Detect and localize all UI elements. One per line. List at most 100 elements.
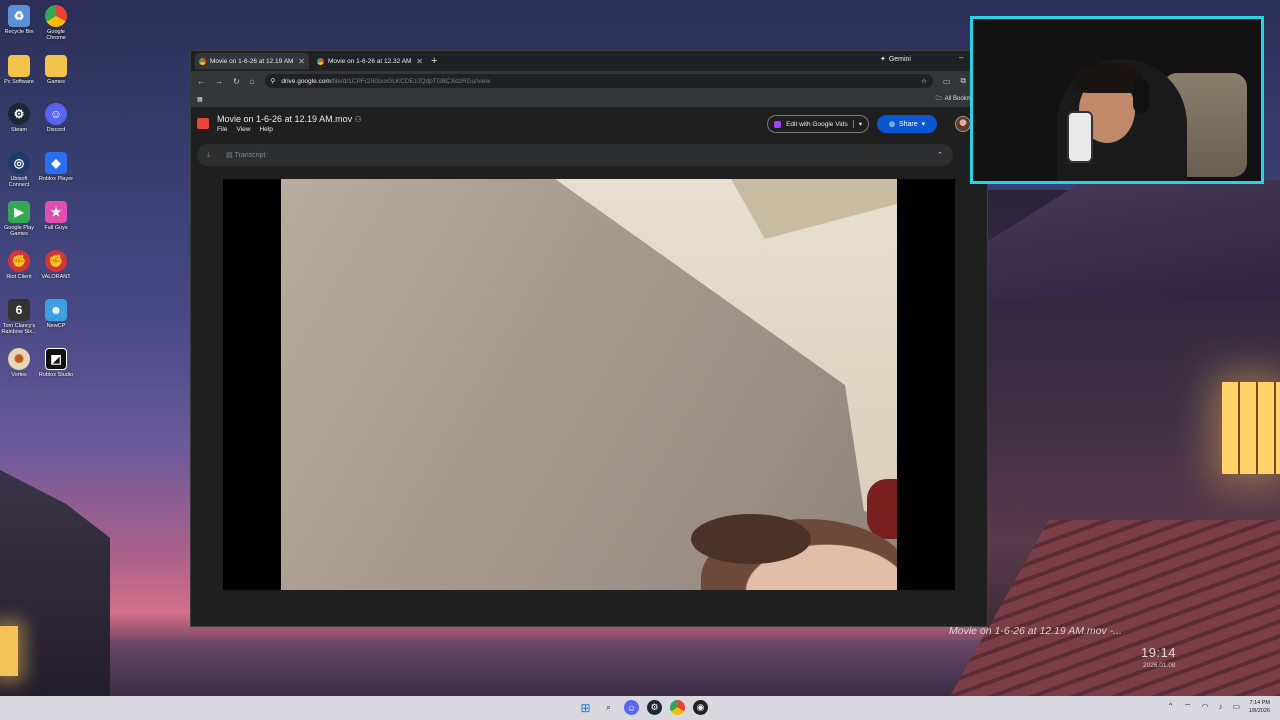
close-tab-icon[interactable]: ✕: [416, 57, 423, 66]
riot-icon: ✊: [8, 250, 30, 272]
close-tab-icon[interactable]: ✕: [298, 57, 305, 66]
discord-icon[interactable]: ☺: [624, 700, 639, 715]
desktop-icon-valorant[interactable]: ✊ VALORANT: [37, 250, 75, 280]
tab-title: Movie on 1-6-26 at 12.32 AM.mov: [328, 57, 413, 65]
wallpaper-lantern: [0, 626, 18, 676]
tab-movie-1232[interactable]: Movie on 1-6-26 at 12.32 AM.mov ✕: [313, 53, 427, 69]
tab-title: Movie on 1-6-26 at 12.19 AM.mov: [210, 57, 295, 65]
chevron-down-icon[interactable]: ▾: [922, 120, 926, 128]
volume-icon[interactable]: ♪: [1218, 702, 1222, 712]
desktop-icon-ubisoft[interactable]: ◎ Ubisoft Connect: [0, 152, 38, 188]
steam-icon: ⚙: [8, 103, 30, 125]
desktop-icon-label: NewCP: [46, 323, 66, 329]
chevron-up-icon[interactable]: ⌃: [937, 151, 943, 159]
desktop-icon-label: Fall Guys: [44, 225, 68, 231]
wallpaper-right-house: [988, 190, 1280, 696]
chevron-down-icon[interactable]: ▾: [852, 120, 862, 128]
taskbar-apps: ⊞ ⌕ ☺ ⚙ ◉: [578, 700, 708, 715]
desktop-icon-riot-client[interactable]: ✊ Riot Client: [0, 250, 38, 280]
gemini-button[interactable]: ✦ Gemini: [879, 55, 911, 64]
address-bar[interactable]: ⚲ drive.google.com/file/d/1CPFr2I6SxoGLK…: [264, 74, 933, 88]
desktop-icon-label: Ubisoft Connect: [8, 176, 30, 188]
desktop-icon-steam[interactable]: ⚙ Steam: [0, 103, 38, 133]
gemini-sparkle-icon: ✦: [879, 56, 886, 63]
desktop-icon-label: VALORANT: [41, 274, 71, 280]
wallpaper-lit-window: [1222, 382, 1280, 474]
desktop-icon-rainbow-six[interactable]: 6 Tom Clancy's Rainbow Six...: [0, 299, 38, 335]
google-vids-icon: [774, 120, 782, 128]
home-icon[interactable]: ⌂: [250, 77, 255, 86]
steam-icon[interactable]: ⚙: [647, 700, 662, 715]
menu-file[interactable]: File: [217, 126, 227, 133]
taskbar-clock[interactable]: 7:14 PM 1/8/2026: [1249, 699, 1270, 715]
back-arrow-icon[interactable]: ←: [197, 77, 205, 86]
valorant-icon: ✊: [45, 250, 67, 272]
desktop-icon-label: Roblox Player: [38, 176, 74, 182]
wallpaper-water: [0, 640, 1280, 696]
overlay-clock: 19:14: [1141, 645, 1177, 660]
recycle-bin-icon: ♻: [8, 5, 30, 27]
desktop-icon-label: Pc Software: [4, 79, 34, 85]
desktop-icon-google-play-games[interactable]: ▶ Google Play Games: [0, 201, 38, 237]
webcam-microphone: [1067, 111, 1093, 163]
cast-icon[interactable]: ▭: [943, 77, 951, 86]
chevron-up-icon[interactable]: ⌃: [1167, 702, 1174, 712]
forward-arrow-icon[interactable]: →: [215, 77, 223, 86]
apps-grid-icon[interactable]: ▦: [197, 96, 203, 103]
newcp-icon: ☻: [45, 299, 67, 321]
menu-help[interactable]: Help: [259, 126, 272, 133]
desktop-icon-roblox-studio[interactable]: ◩ Roblox Studio: [37, 348, 75, 378]
desktop-icon-fall-guys[interactable]: ★ Fall Guys: [37, 201, 75, 231]
extensions-icon[interactable]: ⧉: [960, 76, 966, 86]
download-icon[interactable]: ⤓: [207, 151, 210, 159]
video-red-shirt: [867, 479, 897, 539]
globe-icon: ◍: [888, 121, 895, 128]
site-info-icon[interactable]: ⚲: [271, 77, 276, 85]
google-play-icon: ▶: [8, 201, 30, 223]
desktop-icon-chrome[interactable]: Google Chrome: [37, 5, 75, 41]
desktop-icon-pc-software[interactable]: Pc Software: [0, 55, 38, 85]
desktop-icon-recycle-bin[interactable]: ♻ Recycle Bin: [0, 5, 38, 35]
edit-with-google-vids-button[interactable]: Edit with Google Vids ▾: [767, 115, 869, 133]
obs-icon[interactable]: ◉: [693, 700, 708, 715]
reload-icon[interactable]: ↻: [233, 77, 240, 86]
now-playing-overlay: Movie on 1-6-26 at 12.19 AM.mov -...: [949, 625, 1122, 637]
ubisoft-icon: ◎: [8, 152, 30, 174]
desktop-icon-roblox-player[interactable]: ◆ Roblox Player: [37, 152, 75, 182]
battery-icon[interactable]: ▭: [1232, 702, 1240, 712]
tab-movie-1219[interactable]: Movie on 1-6-26 at 12.19 AM.mov ✕: [195, 53, 309, 69]
menu-view[interactable]: View: [236, 126, 250, 133]
share-button[interactable]: ◍ Share ▾: [877, 115, 937, 133]
fall-guys-icon: ★: [45, 201, 67, 223]
desktop-icon-games[interactable]: Games: [37, 55, 75, 85]
drive-favicon-icon: [199, 57, 206, 65]
new-tab-button[interactable]: +: [431, 55, 437, 67]
wallpaper-roof-tiles: [950, 520, 1280, 696]
drive-viewer-header: Movie on 1-6-26 at 12.19 AM.mov ⚇ File V…: [191, 107, 987, 139]
desktop-icon-label: Discord: [46, 127, 66, 133]
minimize-icon[interactable]: –: [959, 53, 963, 62]
browser-window: Movie on 1-6-26 at 12.19 AM.mov ✕ Movie …: [190, 50, 988, 627]
overlay-date: 2026.01.08: [1143, 662, 1176, 669]
video-frame: [281, 179, 897, 590]
edit-vids-label: Edit with Google Vids: [786, 120, 848, 128]
transcript-label: Transcript: [234, 152, 266, 159]
video-player[interactable]: [223, 179, 955, 590]
chrome-icon[interactable]: [670, 700, 685, 715]
folder-icon: [8, 55, 30, 77]
desktop-icon-newcp[interactable]: ☻ NewCP: [37, 299, 75, 329]
desktop-icon-label: Vortex: [11, 372, 27, 378]
start-windows-icon[interactable]: ⊞: [578, 700, 593, 715]
transcript-button[interactable]: ▤ Transcript: [226, 151, 265, 159]
search-icon[interactable]: ⌕: [601, 700, 616, 715]
wallpaper-left-house: [0, 470, 110, 696]
shared-drive-icon: ⚇: [354, 114, 362, 124]
wifi-icon[interactable]: ◠: [1201, 702, 1208, 712]
desktop-icon-vortex[interactable]: ✺ Vortex: [0, 348, 38, 378]
avatar[interactable]: [955, 116, 971, 132]
gemini-label: Gemini: [888, 55, 911, 63]
bookmark-star-icon[interactable]: ☆: [921, 77, 927, 85]
network-icon[interactable]: ⌔: [1184, 702, 1192, 712]
desktop-icon-label: Steam: [11, 127, 27, 133]
desktop-icon-discord[interactable]: ☺ Discord: [37, 103, 75, 133]
